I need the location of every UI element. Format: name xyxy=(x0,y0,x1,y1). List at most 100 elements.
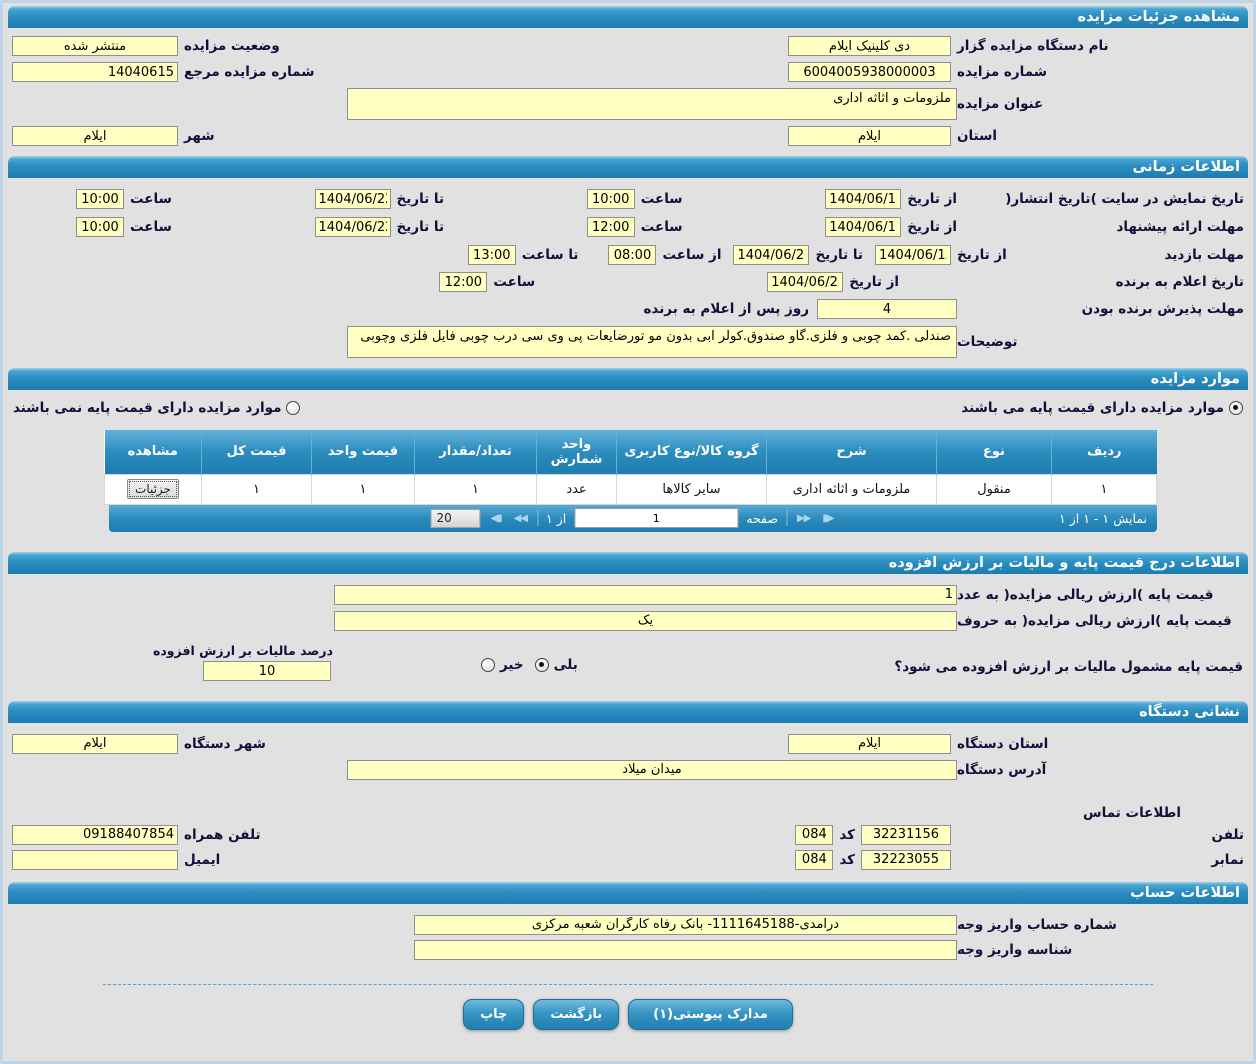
col-header-type: نوع xyxy=(936,430,1052,474)
org-city-input[interactable] xyxy=(12,733,178,754)
offer-from-label: از تاریخ xyxy=(907,219,957,235)
row-province-city: استان شهر xyxy=(3,126,1253,146)
mobile-input[interactable] xyxy=(12,824,178,845)
footer-divider xyxy=(103,983,1153,985)
auction-title-textarea[interactable]: ملزومات و اثاثه اداری xyxy=(347,88,957,120)
org-province-pair: استان دستگاه xyxy=(788,733,1244,754)
section-header-details: مشاهده جزئیات مزایده xyxy=(8,6,1248,28)
pager-first-icon[interactable]: ▶▮ xyxy=(820,513,835,524)
org-province-input[interactable] xyxy=(788,733,951,754)
vat-no-label: خیر xyxy=(500,656,524,673)
ref-number-input[interactable] xyxy=(12,62,178,82)
items-table-wrapper: ردیف نوع شرح گروه کالا/نوع کاربری واحد ش… xyxy=(104,430,1157,532)
org-pair: نام دستگاه مزایده گزار xyxy=(788,36,1244,56)
visit-from-hour-input[interactable] xyxy=(608,245,657,265)
fax-input[interactable] xyxy=(861,849,951,870)
row-fax-email: نمابر کد ایمیل xyxy=(3,849,1253,870)
col-header-qty: تعداد/مقدار xyxy=(414,430,537,474)
vat-percent-label: درصد مالیات بر ارزش افزوده xyxy=(152,642,333,658)
pager-last-icon[interactable]: ▮◀ xyxy=(488,513,503,524)
row-winner-announce: تاریخ اعلام به برنده از تاریخ ساعت xyxy=(3,272,1253,292)
col-header-index: ردیف xyxy=(1051,430,1157,474)
publish-from-label: از تاریخ xyxy=(907,191,957,207)
cell-unit: عدد xyxy=(536,473,617,505)
accept-days-input[interactable] xyxy=(817,299,957,319)
publish-to-label: تا تاریخ xyxy=(396,191,445,207)
publish-to-date-input[interactable] xyxy=(314,189,391,209)
pager-page-input[interactable] xyxy=(574,508,739,528)
vat-no-radio[interactable] xyxy=(481,657,495,672)
announce-date-input[interactable] xyxy=(767,272,844,292)
org-province-label: استان دستگاه xyxy=(957,735,1049,752)
attachments-button[interactable]: مدارک پیوستی(۱) xyxy=(628,998,793,1030)
vat-yes-radio[interactable] xyxy=(534,657,549,672)
has-base-price-radio[interactable] xyxy=(1229,401,1243,415)
phone-code-input[interactable] xyxy=(795,824,834,845)
cell-view: جزئیات xyxy=(104,473,202,505)
province-pair: استان xyxy=(788,126,1244,146)
city-input[interactable] xyxy=(12,126,178,146)
pager-prev-icon[interactable]: ▶▶ xyxy=(795,513,812,524)
section-title-address: نشانی دستگاه xyxy=(1139,703,1240,720)
description-textarea[interactable]: صندلی .کمد چوبی و فلزی.گاو صندوق.کولر اب… xyxy=(347,326,957,358)
offer-label: مهلت ارائه پیشنهاد xyxy=(1116,219,1245,235)
visit-to-date-input[interactable] xyxy=(733,245,810,265)
vat-percent-input[interactable] xyxy=(203,661,331,681)
col-header-total-price: قیمت کل xyxy=(201,430,312,474)
org-label: نام دستگاه مزایده گزار xyxy=(957,38,1109,54)
auction-details-page: مشاهده جزئیات مزایده نام دستگاه مزایده گ… xyxy=(0,0,1256,1064)
org-input[interactable] xyxy=(788,36,951,56)
visit-label-cell: مهلت بازدید از تاریخ xyxy=(957,247,1244,263)
offer-from-date-input[interactable] xyxy=(825,217,902,237)
print-button[interactable]: چاپ xyxy=(463,998,525,1030)
publish-from-date-input[interactable] xyxy=(825,189,902,209)
no-base-price-option[interactable]: موارد مزایده دارای قیمت پایه نمی باشند xyxy=(13,400,301,416)
phone-pair: تلفن کد xyxy=(795,824,1244,845)
status-input[interactable] xyxy=(12,36,178,56)
has-base-price-option[interactable]: موارد مزایده دارای قیمت پایه می باشند xyxy=(961,400,1243,416)
announce-hour-input[interactable] xyxy=(439,272,488,292)
publish-to-hour-input[interactable] xyxy=(76,189,124,209)
auction-number-input[interactable] xyxy=(788,62,951,82)
offer-fields: از تاریخ ساعت تا تاریخ ساعت xyxy=(12,217,957,237)
auction-number-label: شماره مزایده xyxy=(957,64,1048,80)
deposit-id-input[interactable] xyxy=(414,939,957,960)
items-table: ردیف نوع شرح گروه کالا/نوع کاربری واحد ش… xyxy=(104,430,1157,505)
table-row: ۱ منقول ملزومات و اثاثه اداری سایر کالاه… xyxy=(104,473,1157,505)
publish-from-hour-input[interactable] xyxy=(586,189,635,209)
phone-input[interactable] xyxy=(861,824,951,845)
offer-from-hour-input[interactable] xyxy=(586,217,635,237)
base-price-numeric-input[interactable] xyxy=(334,584,957,605)
base-price-words-input[interactable] xyxy=(334,610,957,631)
offer-to-date-input[interactable] xyxy=(314,217,391,237)
cell-desc: ملزومات و اثاثه اداری xyxy=(766,473,937,505)
pager-next-icon[interactable]: ◀◀ xyxy=(512,513,529,524)
publish-label: تاریخ نمایش در سایت )تاریخ انتشار( xyxy=(1005,191,1244,207)
fax-code-input[interactable] xyxy=(795,849,834,870)
offer-to-hour-input[interactable] xyxy=(76,217,124,237)
pager-page-label: صفحه xyxy=(746,510,778,526)
row-details-button[interactable]: جزئیات xyxy=(127,479,179,499)
section-header-address: نشانی دستگاه xyxy=(8,700,1248,723)
org-address-input[interactable] xyxy=(347,759,957,780)
base-price-numeric-label: قیمت پایه )ارزش ریالی مزایده( به عدد xyxy=(957,586,1214,603)
cell-qty: ۱ xyxy=(414,473,537,505)
section-header-pricing: اطلاعات درج قیمت پایه و مالیات بر ارزش ا… xyxy=(8,551,1248,574)
has-base-price-label: موارد مزایده دارای قیمت پایه می باشند xyxy=(961,400,1224,416)
no-base-price-radio[interactable] xyxy=(286,401,301,415)
contact-info-title-row: اطلاعات تماس xyxy=(3,802,1253,821)
col-header-view: مشاهده xyxy=(104,430,202,474)
org-address-label: آدرس دستگاه xyxy=(957,761,1047,778)
pager-separator xyxy=(785,510,787,526)
footer-buttons: مدارک پیوستی(۱) بازگشت چاپ xyxy=(3,998,1253,1030)
mobile-label: تلفن همراه xyxy=(184,826,261,843)
account-number-input[interactable] xyxy=(414,914,957,935)
province-input[interactable] xyxy=(788,126,951,146)
visit-to-hour-input[interactable] xyxy=(467,245,516,265)
page-size-select[interactable]: 20 xyxy=(430,508,481,528)
pager-summary: نمایش ۱ - ۱ از ۱ xyxy=(1059,510,1147,526)
visit-from-date-input[interactable] xyxy=(875,245,951,265)
email-input[interactable] xyxy=(12,849,178,870)
phone-label: تلفن xyxy=(1211,826,1244,843)
back-button[interactable]: بازگشت xyxy=(533,998,620,1030)
